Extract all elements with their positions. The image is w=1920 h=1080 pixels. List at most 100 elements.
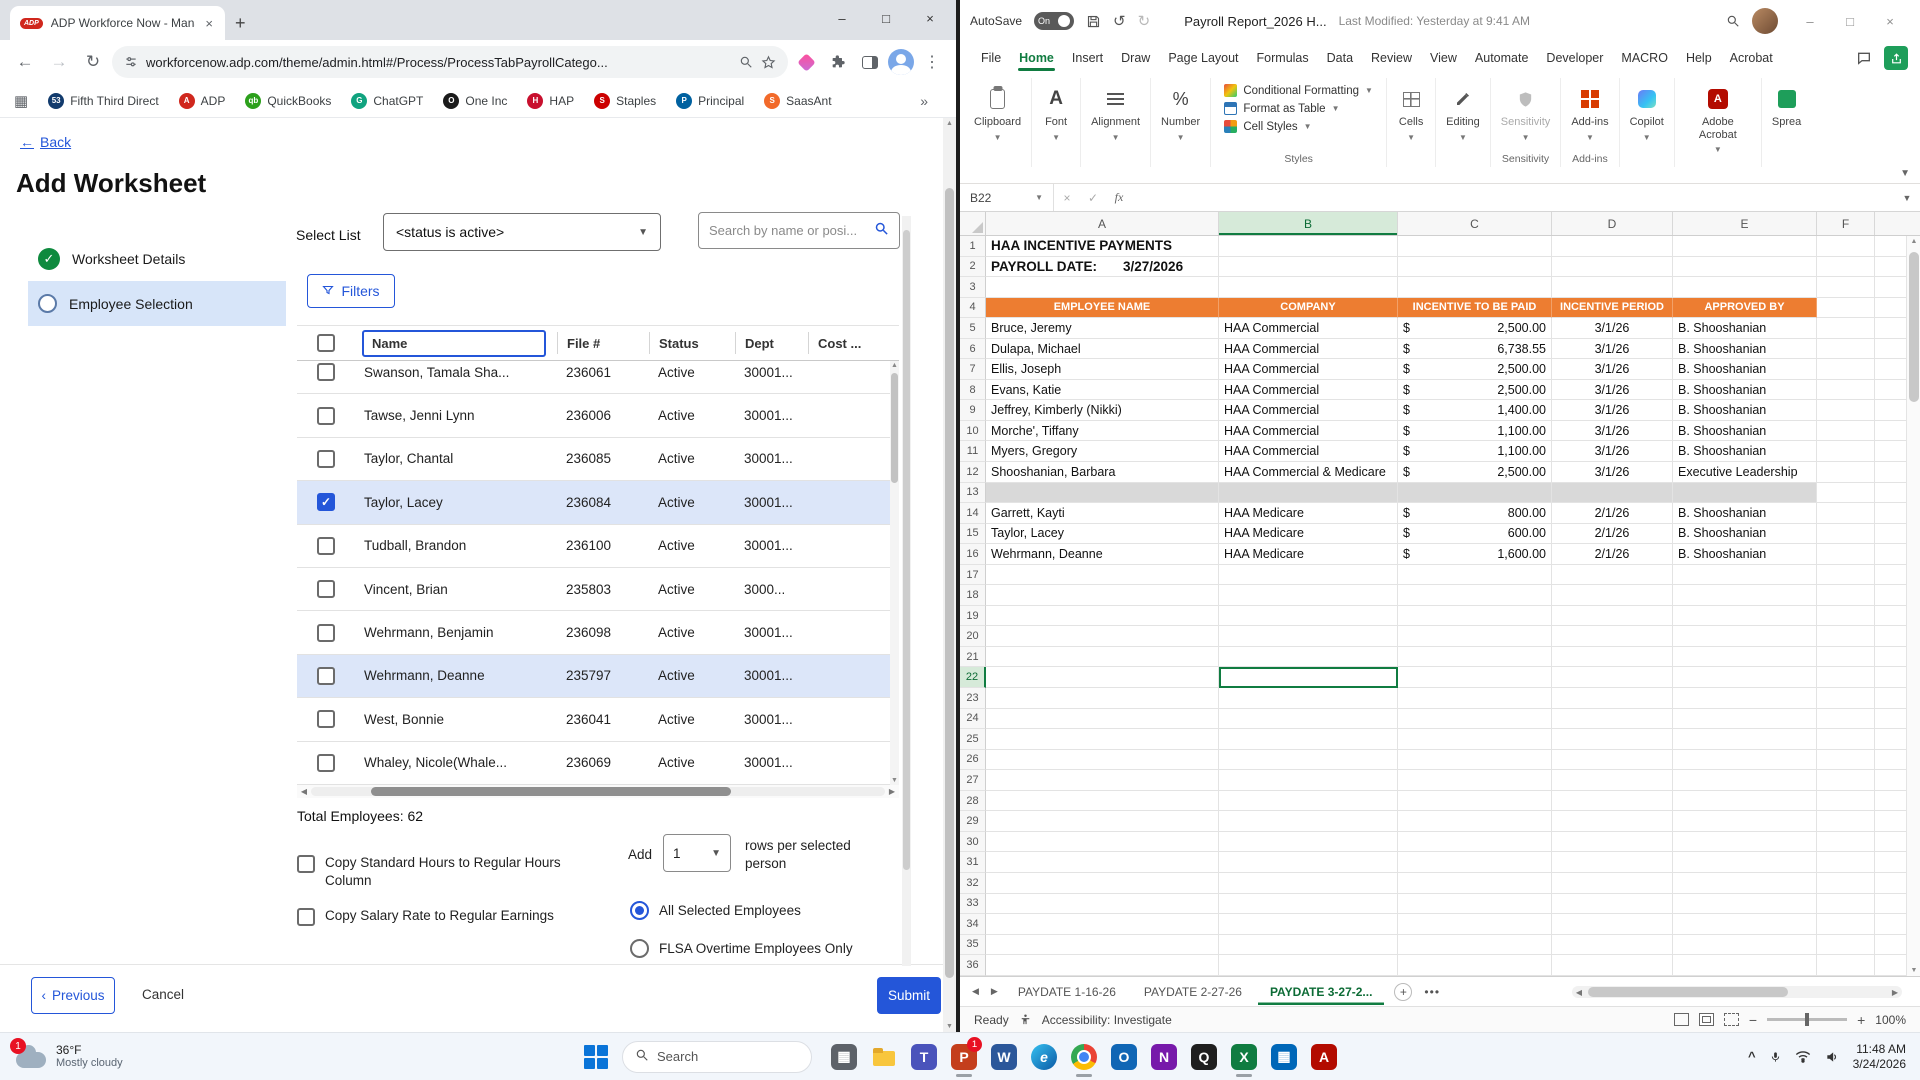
cell-B23[interactable]	[1219, 688, 1398, 709]
row-header-18[interactable]: 18	[960, 585, 986, 606]
cell-B20[interactable]	[1219, 626, 1398, 647]
row-checkbox[interactable]	[317, 666, 335, 685]
cell-D6[interactable]: 3/1/26	[1552, 338, 1673, 360]
scroll-left-icon[interactable]: ◀	[1572, 988, 1586, 997]
cancel-entry-icon[interactable]: ×	[1054, 191, 1080, 205]
menu-item[interactable]: Developer	[1537, 45, 1612, 71]
cell-D29[interactable]	[1552, 811, 1673, 832]
employee-row[interactable]: Wehrmann, Deanne 235797 Active 30001...	[297, 654, 899, 699]
cell-F28[interactable]	[1817, 790, 1875, 812]
cell-B25[interactable]	[1219, 729, 1398, 750]
zoom-slider[interactable]	[1767, 1013, 1848, 1026]
alignment-button[interactable]: Alignment ▼	[1091, 80, 1140, 142]
cell-D30[interactable]	[1552, 831, 1673, 853]
row-header-4[interactable]: 4	[960, 297, 986, 319]
cell-B9[interactable]: HAA Commercial	[1219, 400, 1398, 421]
scroll-up-icon[interactable]: ▲	[890, 362, 899, 369]
forward-icon[interactable]: →	[44, 47, 74, 77]
cell-A13[interactable]	[986, 482, 1219, 504]
row-header-31[interactable]: 31	[960, 852, 986, 873]
cell-F24[interactable]	[1817, 708, 1875, 730]
taskbar-search[interactable]: Search	[622, 1040, 812, 1073]
copilot-button[interactable]: Copilot ▼	[1630, 80, 1664, 142]
cell-D21[interactable]	[1552, 646, 1673, 668]
cell-A7[interactable]: Ellis, Joseph	[986, 359, 1219, 380]
copy-salary-checkbox[interactable]	[297, 908, 315, 926]
cell-A3[interactable]	[986, 277, 1219, 298]
cell-B14[interactable]: HAA Medicare	[1219, 503, 1398, 524]
row-header-27[interactable]: 27	[960, 770, 986, 791]
cell-F20[interactable]	[1817, 626, 1875, 647]
cell-A18[interactable]	[986, 585, 1219, 606]
cell-B24[interactable]	[1219, 708, 1398, 730]
wifi-icon[interactable]	[1795, 1050, 1811, 1063]
cancel-button[interactable]: Cancel	[142, 987, 184, 1002]
cell-A11[interactable]: Myers, Gregory	[986, 441, 1219, 463]
cell-A28[interactable]	[986, 790, 1219, 812]
microphone-icon[interactable]	[1770, 1050, 1781, 1064]
cell-E1[interactable]	[1673, 236, 1817, 257]
row-header-6[interactable]: 6	[960, 338, 986, 360]
row-header-33[interactable]: 33	[960, 893, 986, 915]
table-horizontal-scrollbar[interactable]: ◀ ▶	[297, 785, 899, 798]
row-header-2[interactable]: 2	[960, 256, 986, 278]
row-checkbox[interactable]	[317, 406, 335, 425]
taskbar-app-word[interactable]: W	[984, 1035, 1024, 1079]
cell-C1[interactable]	[1398, 236, 1552, 257]
cell-D28[interactable]	[1552, 790, 1673, 812]
cell-A20[interactable]	[986, 626, 1219, 647]
cell-A32[interactable]	[986, 872, 1219, 894]
sheet-nav-right-icon[interactable]: ▶	[987, 986, 1002, 997]
row-header-13[interactable]: 13	[960, 482, 986, 504]
cell-D36[interactable]	[1552, 955, 1673, 976]
window-close-button[interactable]: ×	[1870, 14, 1910, 29]
cell-A15[interactable]: Taylor, Lacey	[986, 523, 1219, 545]
new-tab-button[interactable]: +	[235, 14, 246, 32]
zoom-in-icon[interactable]: +	[1857, 1012, 1865, 1028]
cell-D4[interactable]: INCENTIVE PERIOD	[1552, 297, 1673, 319]
cell-A16[interactable]: Wehrmann, Deanne	[986, 544, 1219, 565]
bookmark-item[interactable]: P Principal	[676, 92, 744, 109]
step-employee-selection[interactable]: Employee Selection	[28, 281, 286, 326]
cell-A34[interactable]	[986, 914, 1219, 935]
cell-B26[interactable]	[1219, 749, 1398, 771]
cell-A33[interactable]	[986, 893, 1219, 915]
cell-B29[interactable]	[1219, 811, 1398, 832]
cell-C8[interactable]: $2,500.00	[1398, 379, 1552, 401]
row-checkbox[interactable]	[317, 580, 335, 599]
cell-C35[interactable]	[1398, 934, 1552, 956]
cell-E30[interactable]	[1673, 831, 1817, 853]
row-header-7[interactable]: 7	[960, 359, 986, 380]
cell-C31[interactable]	[1398, 852, 1552, 873]
row-header-19[interactable]: 19	[960, 605, 986, 627]
rows-count-dropdown[interactable]: 1 ▼	[663, 834, 731, 872]
row-checkbox[interactable]	[317, 363, 335, 382]
window-maximize-button[interactable]: □	[864, 11, 908, 26]
zoom-out-icon[interactable]: −	[1749, 1012, 1757, 1028]
row-header-1[interactable]: 1	[960, 236, 986, 257]
cell-B18[interactable]	[1219, 585, 1398, 606]
cell-C22[interactable]	[1398, 667, 1552, 689]
volume-icon[interactable]	[1825, 1050, 1839, 1064]
cell-C12[interactable]: $2,500.00	[1398, 462, 1552, 483]
cell-F11[interactable]	[1817, 441, 1875, 463]
scroll-right-icon[interactable]: ▶	[1888, 988, 1902, 997]
cell-E12[interactable]: Executive Leadership	[1673, 462, 1817, 483]
cell-F5[interactable]	[1817, 318, 1875, 339]
cell-C15[interactable]: $600.00	[1398, 523, 1552, 545]
address-bar[interactable]: workforcenow.adp.com/theme/admin.html#/P…	[112, 46, 788, 78]
sheet-tab[interactable]: PAYDATE 2-27-26	[1132, 979, 1254, 1005]
refresh-icon[interactable]: ↻	[78, 47, 108, 77]
menu-item[interactable]: View	[1421, 45, 1466, 71]
cell-C23[interactable]	[1398, 688, 1552, 709]
step-worksheet-details[interactable]: ✓ Worksheet Details	[28, 236, 286, 281]
bookmark-item[interactable]: qb QuickBooks	[245, 92, 331, 109]
cell-A2[interactable]: PAYROLL DATE: 3/27/2026	[986, 256, 1219, 278]
cell-C27[interactable]	[1398, 770, 1552, 791]
weather-widget[interactable]: 1 36°F Mostly cloudy	[0, 1033, 139, 1080]
cell-E27[interactable]	[1673, 770, 1817, 791]
taskbar-app-outlook[interactable]: O	[1104, 1035, 1144, 1079]
tab-close-icon[interactable]: ×	[203, 16, 215, 31]
cell-B19[interactable]	[1219, 605, 1398, 627]
cell-D27[interactable]	[1552, 770, 1673, 791]
